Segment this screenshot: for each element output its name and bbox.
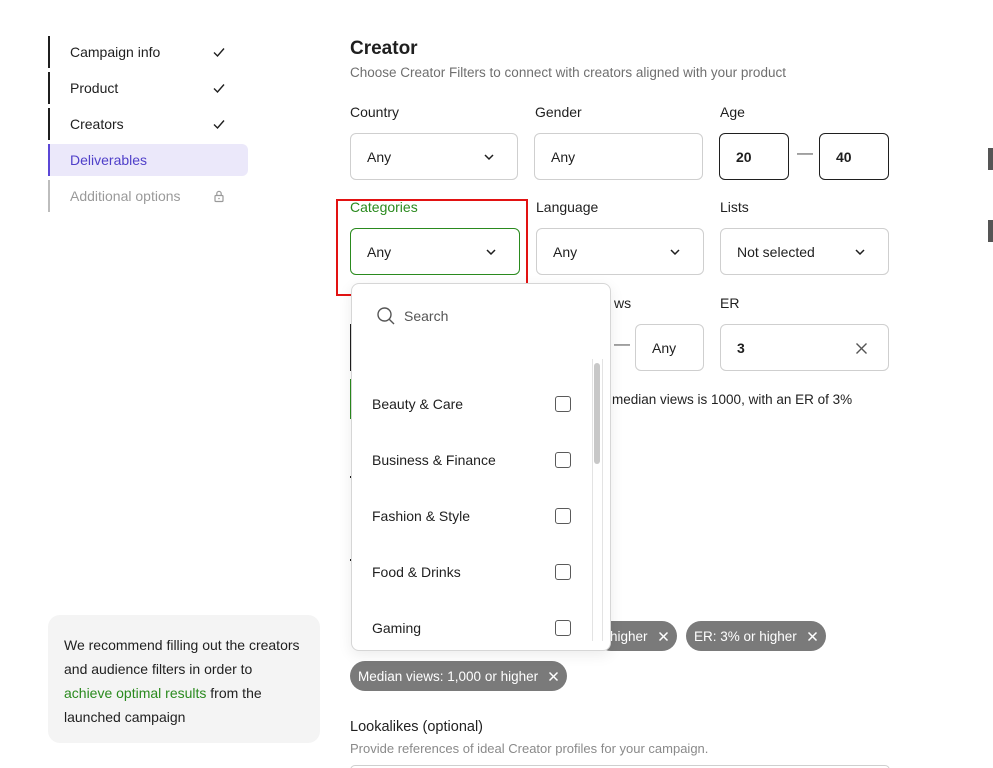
chevron-down-icon <box>670 249 680 256</box>
right-edge-fragment <box>988 220 993 242</box>
stepper-nav: Campaign info Product Creators Deliverab… <box>48 34 248 214</box>
lists-value: Not selected <box>737 243 815 260</box>
lookalikes-subtitle: Provide references of ideal Creator prof… <box>350 741 709 756</box>
info-banner-text: median views is 1000, with an ER of 3% <box>612 392 853 407</box>
recommendation-tip: We recommend filling out the creators an… <box>48 615 320 743</box>
gender-label: Gender <box>535 104 582 120</box>
age-max-input[interactable]: 40 <box>819 133 889 180</box>
step-label: Campaign info <box>70 44 161 60</box>
category-option[interactable]: Fashion & Style <box>352 488 592 544</box>
clear-icon[interactable] <box>855 342 868 355</box>
age-label: Age <box>720 104 745 120</box>
age-separator: — <box>797 145 813 162</box>
checkbox[interactable] <box>555 452 571 468</box>
er-value: 3 <box>737 339 745 356</box>
section-subtitle: Choose Creator Filters to connect with c… <box>350 65 786 80</box>
er-input[interactable]: 3 <box>720 324 889 371</box>
category-option[interactable]: Beauty & Care <box>352 376 592 432</box>
chevron-down-icon <box>484 154 494 161</box>
option-label: Gaming <box>372 620 422 636</box>
chip-label: ER: 3% or higher <box>694 628 797 644</box>
check-icon <box>213 84 225 94</box>
language-value: Any <box>553 243 578 260</box>
lookalikes-title: Lookalikes (optional) <box>350 719 483 735</box>
check-icon <box>213 48 225 58</box>
lists-label: Lists <box>720 199 749 215</box>
age-max-value: 40 <box>836 148 852 165</box>
option-label: Business & Finance <box>372 452 496 468</box>
lock-icon <box>214 190 224 203</box>
tip-link: achieve optimal results <box>64 685 207 701</box>
close-icon[interactable] <box>807 631 818 642</box>
option-label: Food & Drinks <box>372 564 461 580</box>
country-value: Any <box>367 148 392 165</box>
filter-chip-median-views[interactable]: Median views: 1,000 or higher <box>350 661 568 691</box>
language-label: Language <box>536 199 599 215</box>
step-campaign-info[interactable]: Campaign info <box>48 34 248 70</box>
categories-dropdown: Search Beauty & Care Business & Finance … <box>351 283 611 651</box>
step-deliverables[interactable]: Deliverables <box>48 144 248 176</box>
age-min-value: 20 <box>736 148 752 165</box>
scrollbar-thumb[interactable] <box>594 363 600 464</box>
median-views-label: ws <box>614 295 632 311</box>
section-title: Creator <box>350 38 418 59</box>
chip-label: higher <box>610 628 648 644</box>
median-views-max-value: Any <box>652 339 677 356</box>
gender-select[interactable]: Any <box>534 133 703 180</box>
chip-label: Median views: 1,000 or higher <box>358 668 539 684</box>
language-select[interactable]: Any <box>536 228 704 275</box>
checkbox[interactable] <box>555 564 571 580</box>
check-icon <box>213 120 225 130</box>
step-label: Creators <box>70 116 124 132</box>
country-label: Country <box>350 104 400 120</box>
tip-text: We recommend filling out the creators an… <box>64 637 300 677</box>
step-label: Product <box>70 80 119 96</box>
dropdown-search[interactable]: Search <box>376 306 448 326</box>
median-views-separator: — <box>614 336 630 353</box>
close-icon[interactable] <box>548 671 559 682</box>
step-label: Deliverables <box>70 152 148 168</box>
chevron-down-icon <box>855 249 865 256</box>
category-options: Beauty & Care Business & Finance Fashion… <box>352 376 592 650</box>
filter-chip-er[interactable]: ER: 3% or higher <box>686 621 826 651</box>
right-edge-fragment <box>988 148 993 170</box>
country-select[interactable]: Any <box>350 133 518 180</box>
step-product[interactable]: Product <box>48 70 248 106</box>
option-label: Fashion & Style <box>372 508 471 524</box>
checkbox[interactable] <box>555 620 571 636</box>
close-icon[interactable] <box>658 631 669 642</box>
checkbox[interactable] <box>555 508 571 524</box>
age-min-input[interactable]: 20 <box>719 133 789 180</box>
step-label: Additional options <box>70 188 181 204</box>
lookalikes-optional: (optional) <box>418 719 483 735</box>
step-creators[interactable]: Creators <box>48 106 248 142</box>
category-option[interactable]: Gaming <box>352 600 592 650</box>
category-option[interactable]: Food & Drinks <box>352 544 592 600</box>
checkbox[interactable] <box>555 396 571 412</box>
option-label: Beauty & Care <box>372 396 464 412</box>
median-views-max-input[interactable]: Any <box>635 324 704 371</box>
category-option[interactable]: Business & Finance <box>352 432 592 488</box>
search-icon <box>377 307 395 325</box>
gender-value: Any <box>551 148 576 165</box>
lookalikes-title-text: Lookalikes <box>350 719 419 735</box>
highlight-box <box>336 199 528 296</box>
er-label: ER <box>720 295 740 311</box>
lists-select[interactable]: Not selected <box>720 228 889 275</box>
search-placeholder: Search <box>404 308 449 324</box>
step-additional-options: Additional options <box>48 178 248 214</box>
